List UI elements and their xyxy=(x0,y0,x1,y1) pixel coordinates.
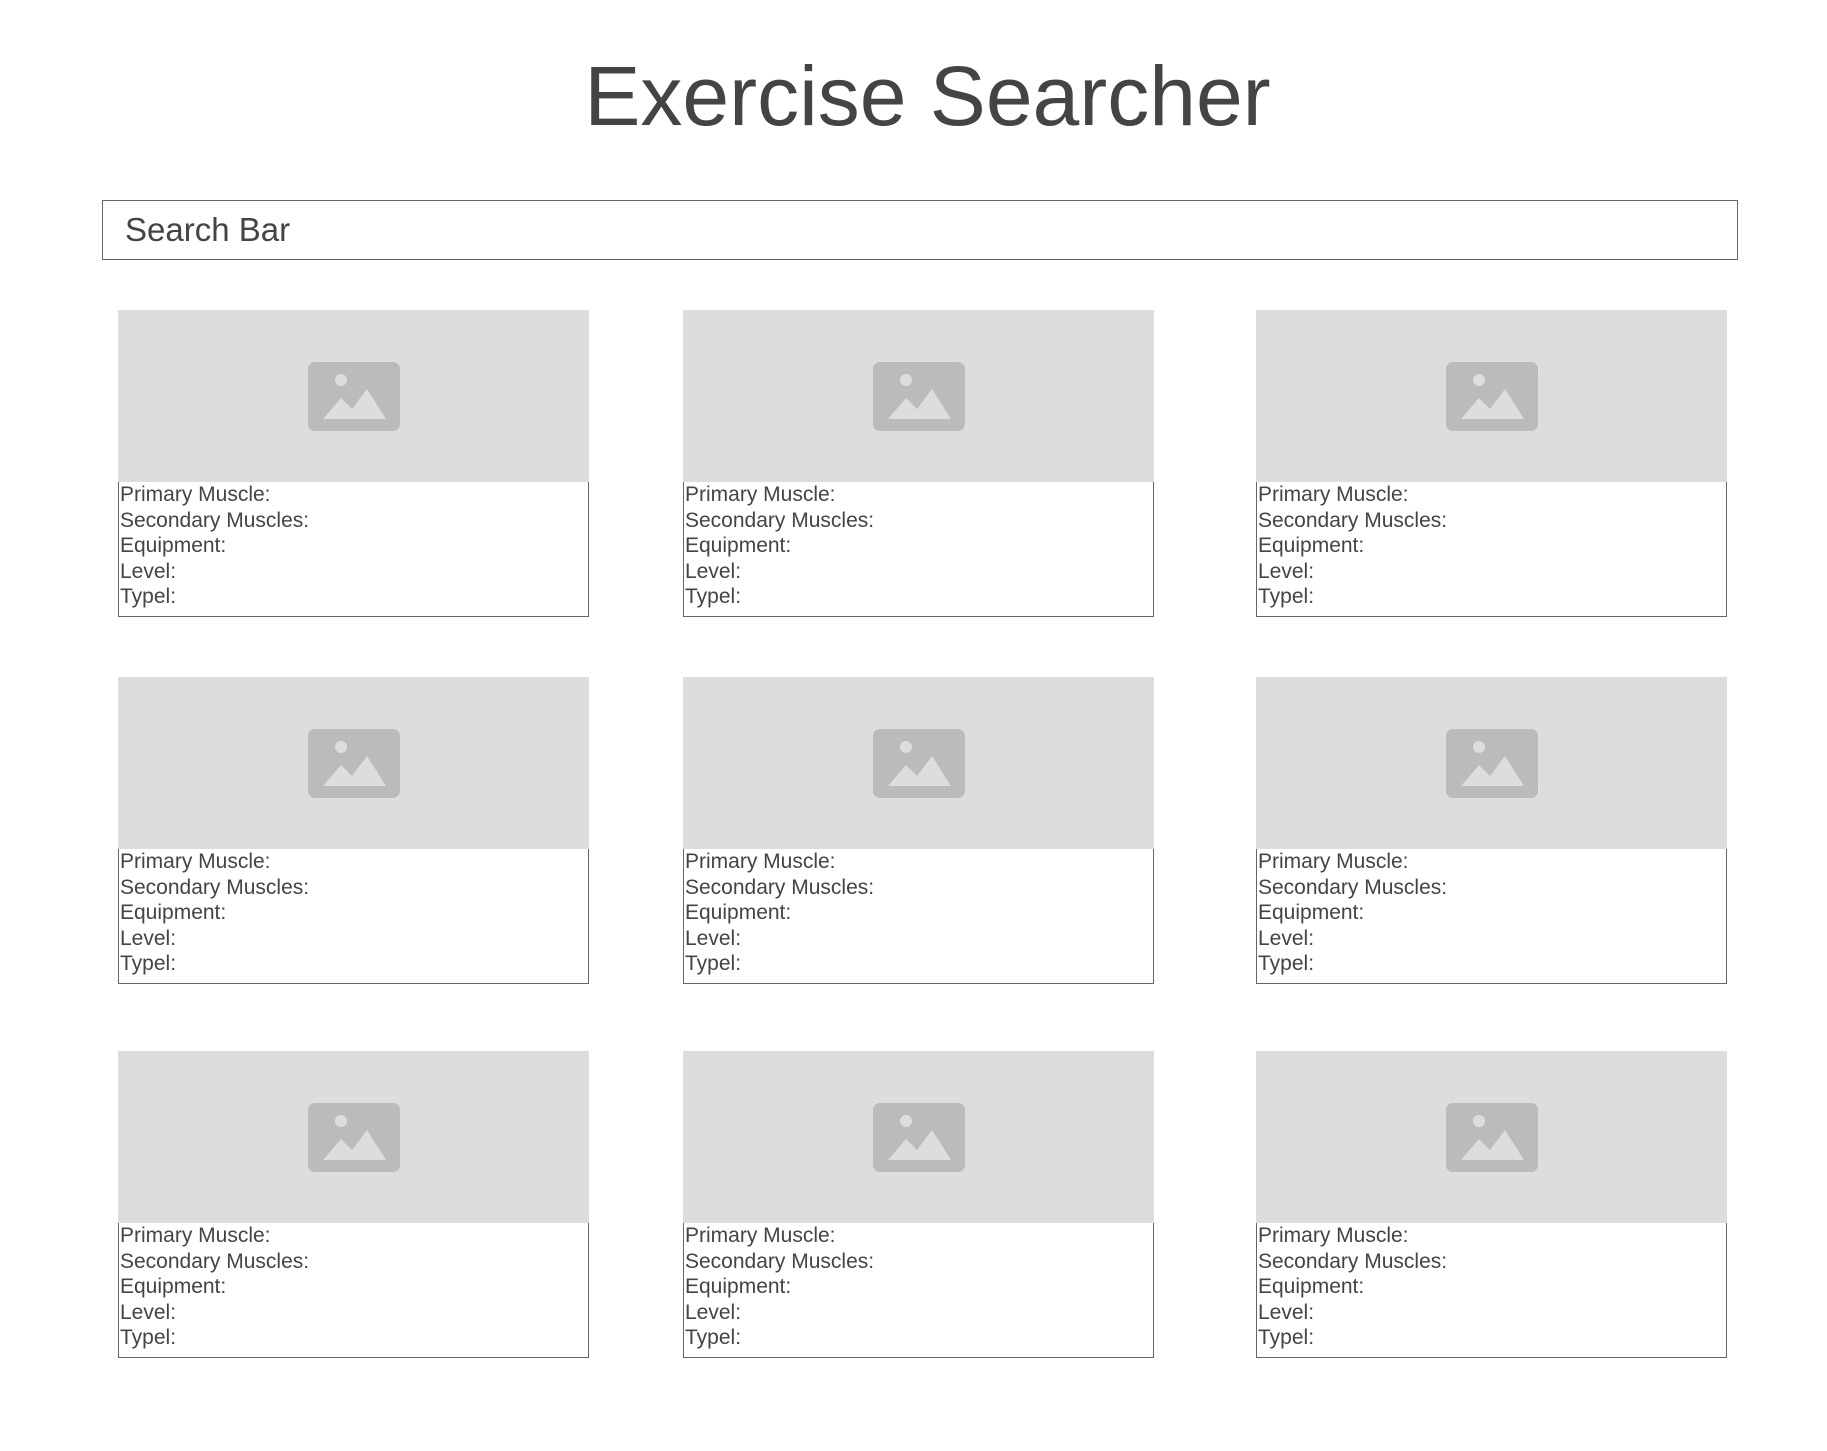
image-placeholder-icon xyxy=(308,1103,400,1172)
level-label: Level: xyxy=(1258,926,1315,950)
primary-muscle-label: Primary Muscle: xyxy=(1258,483,1409,506)
secondary-muscles-label: Secondary Muscles: xyxy=(1258,1249,1448,1273)
equipment-label: Equipment: xyxy=(1258,1275,1365,1298)
level-label: Level: xyxy=(685,559,742,583)
exercise-details: Primary Muscle: Secondary Muscles: Equip… xyxy=(1256,1223,1727,1358)
exercise-details: Primary Muscle: Secondary Muscles: Equip… xyxy=(118,849,589,984)
equipment-label: Equipment: xyxy=(1258,534,1365,557)
image-placeholder-icon xyxy=(873,1103,965,1172)
exercise-image xyxy=(683,1051,1154,1223)
exercise-image xyxy=(118,677,589,849)
exercise-details: Primary Muscle: Secondary Muscles: Equip… xyxy=(683,482,1154,617)
exercise-image xyxy=(1256,1051,1727,1223)
image-placeholder-icon xyxy=(1446,362,1538,431)
secondary-muscles-label: Secondary Muscles: xyxy=(685,1249,875,1273)
exercise-image xyxy=(118,1051,589,1223)
exercise-details: Primary Muscle: Secondary Muscles: Equip… xyxy=(118,482,589,617)
primary-muscle-label: Primary Muscle: xyxy=(120,850,271,873)
secondary-muscles-label: Secondary Muscles: xyxy=(1258,875,1448,899)
type-label: Typel: xyxy=(1258,1326,1315,1349)
primary-muscle-label: Primary Muscle: xyxy=(685,1224,836,1247)
exercise-card[interactable]: Primary Muscle: Secondary Muscles: Equip… xyxy=(683,1051,1154,1358)
exercise-card[interactable]: Primary Muscle: Secondary Muscles: Equip… xyxy=(1256,1051,1727,1358)
level-label: Level: xyxy=(685,926,742,950)
type-label: Typel: xyxy=(685,1326,742,1349)
secondary-muscles-label: Secondary Muscles: xyxy=(1258,508,1448,532)
primary-muscle-label: Primary Muscle: xyxy=(685,850,836,873)
equipment-label: Equipment: xyxy=(685,901,792,924)
level-label: Level: xyxy=(120,926,177,950)
equipment-label: Equipment: xyxy=(685,534,792,557)
exercise-card[interactable]: Primary Muscle: Secondary Muscles: Equip… xyxy=(683,677,1154,984)
primary-muscle-label: Primary Muscle: xyxy=(685,483,836,506)
level-label: Level: xyxy=(1258,559,1315,583)
type-label: Typel: xyxy=(120,1326,177,1349)
primary-muscle-label: Primary Muscle: xyxy=(1258,1224,1409,1247)
exercise-card[interactable]: Primary Muscle: Secondary Muscles: Equip… xyxy=(118,310,589,617)
primary-muscle-label: Primary Muscle: xyxy=(120,1224,271,1247)
type-label: Typel: xyxy=(120,585,177,608)
exercise-details: Primary Muscle: Secondary Muscles: Equip… xyxy=(118,1223,589,1358)
exercise-details: Primary Muscle: Secondary Muscles: Equip… xyxy=(683,849,1154,984)
image-placeholder-icon xyxy=(1446,729,1538,798)
primary-muscle-label: Primary Muscle: xyxy=(120,483,271,506)
image-placeholder-icon xyxy=(308,729,400,798)
level-label: Level: xyxy=(685,1300,742,1324)
search-input[interactable] xyxy=(102,200,1738,260)
type-label: Typel: xyxy=(120,952,177,975)
exercise-card[interactable]: Primary Muscle: Secondary Muscles: Equip… xyxy=(683,310,1154,617)
equipment-label: Equipment: xyxy=(685,1275,792,1298)
exercise-details: Primary Muscle: Secondary Muscles: Equip… xyxy=(1256,849,1727,984)
exercise-image xyxy=(1256,310,1727,482)
exercise-details: Primary Muscle: Secondary Muscles: Equip… xyxy=(1256,482,1727,617)
level-label: Level: xyxy=(120,1300,177,1324)
type-label: Typel: xyxy=(1258,952,1315,975)
exercise-details: Primary Muscle: Secondary Muscles: Equip… xyxy=(683,1223,1154,1358)
type-label: Typel: xyxy=(685,585,742,608)
equipment-label: Equipment: xyxy=(120,1275,227,1298)
equipment-label: Equipment: xyxy=(1258,901,1365,924)
secondary-muscles-label: Secondary Muscles: xyxy=(685,508,875,532)
image-placeholder-icon xyxy=(1446,1103,1538,1172)
secondary-muscles-label: Secondary Muscles: xyxy=(120,508,310,532)
equipment-label: Equipment: xyxy=(120,901,227,924)
exercise-image xyxy=(683,677,1154,849)
equipment-label: Equipment: xyxy=(120,534,227,557)
secondary-muscles-label: Secondary Muscles: xyxy=(120,1249,310,1273)
exercise-card[interactable]: Primary Muscle: Secondary Muscles: Equip… xyxy=(118,677,589,984)
level-label: Level: xyxy=(1258,1300,1315,1324)
image-placeholder-icon xyxy=(873,729,965,798)
exercise-card[interactable]: Primary Muscle: Secondary Muscles: Equip… xyxy=(1256,310,1727,617)
image-placeholder-icon xyxy=(308,362,400,431)
primary-muscle-label: Primary Muscle: xyxy=(1258,850,1409,873)
exercise-card[interactable]: Primary Muscle: Secondary Muscles: Equip… xyxy=(118,1051,589,1358)
exercise-image xyxy=(1256,677,1727,849)
type-label: Typel: xyxy=(685,952,742,975)
type-label: Typel: xyxy=(1258,585,1315,608)
exercise-card[interactable]: Primary Muscle: Secondary Muscles: Equip… xyxy=(1256,677,1727,984)
level-label: Level: xyxy=(120,559,177,583)
exercise-image xyxy=(118,310,589,482)
exercise-image xyxy=(683,310,1154,482)
secondary-muscles-label: Secondary Muscles: xyxy=(685,875,875,899)
image-placeholder-icon xyxy=(873,362,965,431)
secondary-muscles-label: Secondary Muscles: xyxy=(120,875,310,899)
page-title: Exercise Searcher xyxy=(584,49,1271,143)
